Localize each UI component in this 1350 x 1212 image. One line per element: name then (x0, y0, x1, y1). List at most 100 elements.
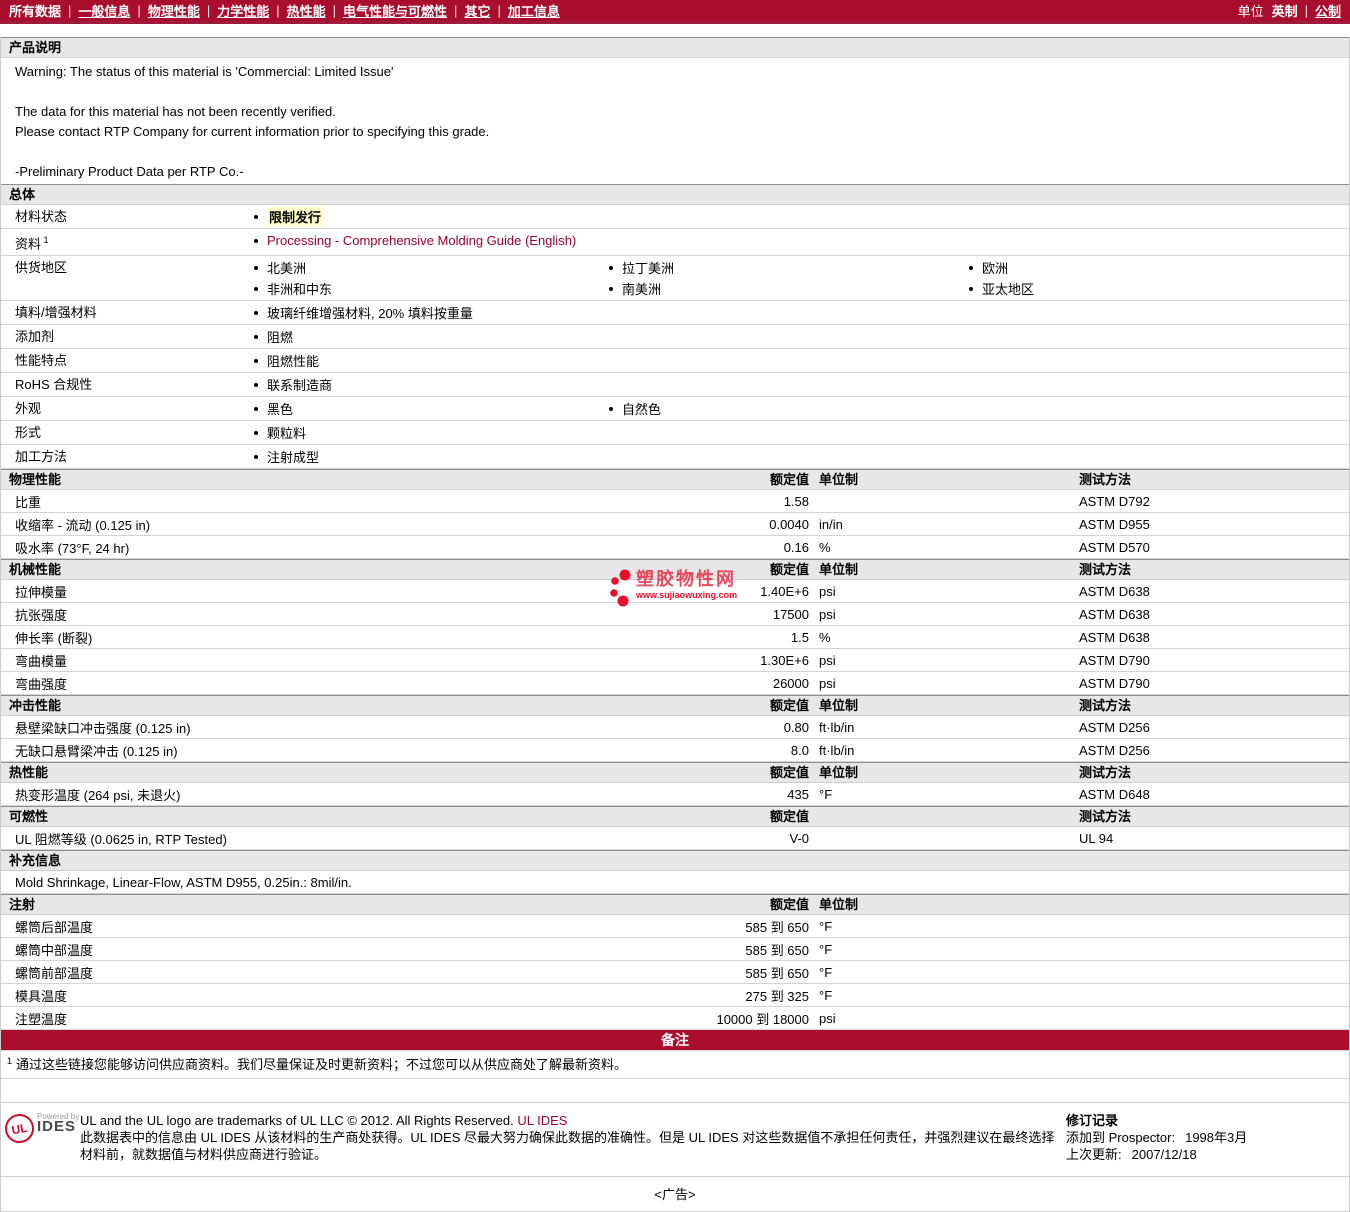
bullet-column: 玻璃纤维增强材料, 20% 填料按重量 (253, 302, 608, 323)
added-label: 添加到 Prospector: (1066, 1130, 1175, 1145)
nav-separator: | (497, 3, 500, 18)
bullet-text: 限制发行 (267, 207, 323, 226)
document-link[interactable]: Processing - Comprehensive Molding Guide… (267, 233, 576, 248)
property-value: 8.0 (659, 743, 809, 758)
nav-separator: | (333, 3, 336, 18)
bullet-text: 阻燃性能 (267, 351, 319, 370)
nav-tab-other[interactable]: 其它 (464, 1, 490, 20)
nav-tab-mechanical[interactable]: 力学性能 (217, 1, 269, 20)
bullet-icon (609, 266, 613, 270)
section-title: 机械性能 (1, 560, 659, 579)
property-sections: 物理性能额定值单位制测试方法比重1.58ASTM D792收缩率 - 流动 (0… (1, 469, 1349, 1030)
nav-separator: | (207, 3, 210, 18)
bullet-columns: 阻燃 (253, 326, 1349, 347)
property-value: 0.0040 (659, 517, 809, 532)
bullet-item: 亚太地区 (968, 278, 1349, 299)
property-name: UL 阻燃等级 (0.0625 in, RTP Tested) (1, 829, 659, 848)
bullet-item: 限制发行 (253, 206, 608, 227)
spacer-row (1, 1079, 1349, 1103)
bullet-column: 黑色 (253, 398, 608, 419)
property-label: 外观 (1, 398, 253, 419)
property-name: 吸水率 (73°F, 24 hr) (1, 538, 659, 557)
bullet-icon (609, 287, 613, 291)
bullet-icon (254, 431, 258, 435)
nav-tab-general-info[interactable]: 一般信息 (78, 1, 130, 20)
property-row: 注塑温度10000 到 18000psi (1, 1007, 1349, 1030)
unit-metric-link[interactable]: 公制 (1315, 1, 1341, 20)
ul-ides-link[interactable]: UL IDES (517, 1113, 567, 1128)
description-line: Warning: The status of this material is … (15, 62, 1349, 82)
section-header-general: 总体 (1, 184, 1349, 205)
test-method: ASTM D256 (1079, 720, 1349, 735)
revision-title: 修订记录 (1066, 1112, 1343, 1129)
property-name: 伸长率 (断裂) (1, 628, 659, 647)
column-header-value: 额定值 (659, 696, 809, 715)
bullet-item: 欧洲 (968, 257, 1349, 278)
general-row: 性能特点阻燃性能 (1, 349, 1349, 373)
bullet-item: 拉丁美洲 (608, 257, 968, 278)
property-value: 1.5 (659, 630, 809, 645)
bullet-item: 阻燃 (253, 326, 608, 347)
bullet-item: Processing - Comprehensive Molding Guide… (253, 230, 608, 251)
section-title: 物理性能 (1, 470, 659, 489)
property-unit: psi (809, 676, 1079, 691)
column-header-unit: 单位制 (809, 763, 1079, 782)
bullet-text: 亚太地区 (982, 279, 1034, 298)
property-label: 加工方法 (1, 446, 253, 467)
nav-tab-electrical-flammability[interactable]: 电气性能与可燃性 (343, 1, 447, 20)
test-method: ASTM D256 (1079, 743, 1349, 758)
property-name: 抗张强度 (1, 605, 659, 624)
general-row: RoHS 合规性联系制造商 (1, 373, 1349, 397)
property-row: UL 阻燃等级 (0.0625 in, RTP Tested)V-0UL 94 (1, 827, 1349, 850)
column-header-value: 额定值 (659, 470, 809, 489)
property-row: 伸长率 (断裂)1.5%ASTM D638 (1, 626, 1349, 649)
general-row: 供货地区北美洲非洲和中东拉丁美洲南美洲欧洲亚太地区 (1, 256, 1349, 301)
section-title: 总体 (1, 187, 35, 202)
property-unit: ft·lb/in (809, 720, 1079, 735)
unit-switcher: 单位 英制 | 公制 (1238, 1, 1341, 20)
property-name: 弯曲强度 (1, 674, 659, 693)
bullet-columns: 限制发行 (253, 206, 1349, 227)
bullet-column: 北美洲非洲和中东 (253, 257, 608, 299)
nav-tab-physical[interactable]: 物理性能 (148, 1, 200, 20)
section-header-product-description: 产品说明 (1, 37, 1349, 58)
general-row: 添加剂阻燃 (1, 325, 1349, 349)
description-line: The data for this material has not been … (15, 102, 1349, 122)
general-row: 加工方法注射成型 (1, 445, 1349, 469)
nav-tab-thermal[interactable]: 热性能 (287, 1, 326, 20)
property-row: 无缺口悬臂梁冲击 (0.125 in)8.0ft·lb/inASTM D256 (1, 739, 1349, 762)
column-header-unit: 单位制 (809, 470, 1079, 489)
property-name: 螺筒后部温度 (1, 917, 659, 936)
property-name: 悬壁梁缺口冲击强度 (0.125 in) (1, 718, 659, 737)
bullet-text: 自然色 (622, 399, 661, 418)
test-method: ASTM D955 (1079, 517, 1349, 532)
nav-tab-processing[interactable]: 加工信息 (508, 1, 560, 20)
bullet-column: Processing - Comprehensive Molding Guide… (253, 230, 608, 251)
footer-disclaimer: UL and the UL logo are trademarks of UL … (80, 1112, 1058, 1163)
nav-separator: | (68, 3, 71, 18)
bullet-item: 阻燃性能 (253, 350, 608, 371)
section-title: 补充信息 (1, 851, 1349, 870)
property-unit: °F (809, 787, 1079, 802)
property-row: Mold Shrinkage, Linear-Flow, ASTM D955, … (1, 871, 1349, 894)
general-rows: 材料状态限制发行资料 1Processing - Comprehensive M… (1, 205, 1349, 469)
nav-tab-all-data[interactable]: 所有数据 (9, 1, 61, 20)
bullet-icon (254, 335, 258, 339)
section-title: 冲击性能 (1, 696, 659, 715)
revision-record: 修订记录 添加到 Prospector:1998年3月 上次更新:2007/12… (1058, 1112, 1343, 1163)
property-name: 无缺口悬臂梁冲击 (0.125 in) (1, 741, 659, 760)
bullet-text: 联系制造商 (267, 375, 332, 394)
property-row: 比重1.58ASTM D792 (1, 490, 1349, 513)
section-header: 物理性能额定值单位制测试方法 (1, 469, 1349, 490)
column-header-unit: 单位制 (809, 696, 1079, 715)
supplemental-text: Mold Shrinkage, Linear-Flow, ASTM D955, … (1, 875, 1349, 890)
property-value: 435 (659, 787, 809, 802)
property-label: 添加剂 (1, 326, 253, 347)
property-row: 模具温度275 到 325°F (1, 984, 1349, 1007)
bullet-columns: 阻燃性能 (253, 350, 1349, 371)
bullet-column: 阻燃 (253, 326, 608, 347)
section-header: 补充信息 (1, 850, 1349, 871)
column-header-unit: 单位制 (809, 560, 1079, 579)
property-value: 585 到 650 (659, 917, 809, 936)
property-unit: in/in (809, 517, 1079, 532)
